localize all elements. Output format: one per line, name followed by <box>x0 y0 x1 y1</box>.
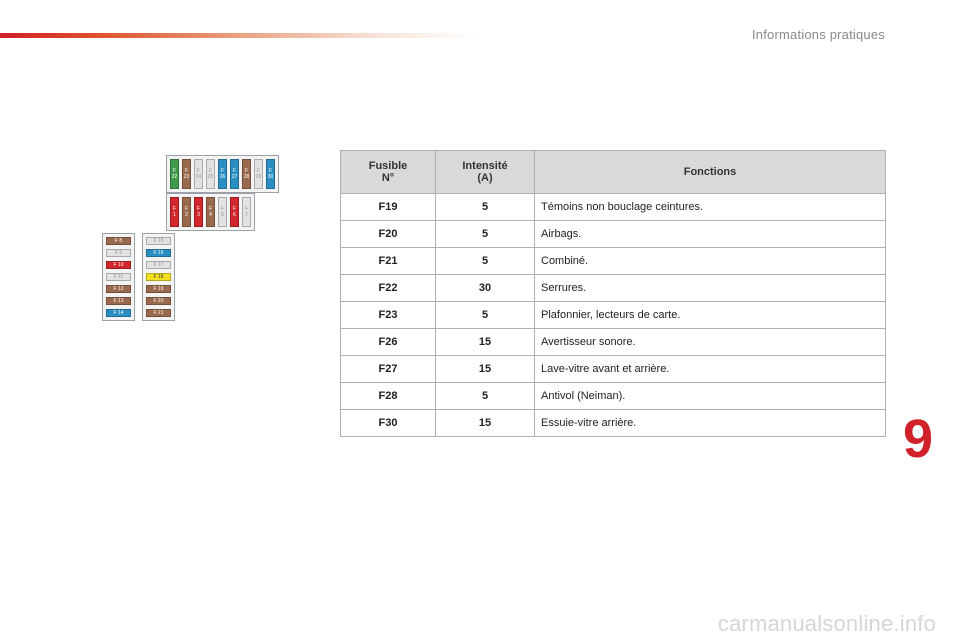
fuse-f10: F 10 <box>106 261 131 269</box>
function-cell: Témoins non bouclage ceintures. <box>534 193 886 221</box>
table-row: F19 5 Témoins non bouclage ceintures. <box>340 193 886 221</box>
watermark: carmanualsonline.info <box>717 611 936 636</box>
fuse-f11: F 11 <box>106 273 131 281</box>
table-row: F23 5 Plafonnier, lecteurs de carte. <box>340 301 886 329</box>
function-cell: Lave-vitre avant et arrière. <box>534 355 886 383</box>
fuse-f20: F 20 <box>146 297 171 305</box>
fuse-f23: F 23 <box>182 159 191 189</box>
table-row: F26 15 Avertisseur sonore. <box>340 328 886 356</box>
table-row: F30 15 Essuie-vitre arrière. <box>340 409 886 437</box>
amperage-cell: 30 <box>435 274 535 302</box>
header-fuse-number: Fusible N° <box>340 150 436 194</box>
function-cell: Antivol (Neiman). <box>534 382 886 410</box>
fuse-f8: F 8 <box>106 237 131 245</box>
function-cell: Serrures. <box>534 274 886 302</box>
fuse-f19: F 19 <box>146 285 171 293</box>
fuse-f14: F 14 <box>106 309 131 317</box>
table-row: F28 5 Antivol (Neiman). <box>340 382 886 410</box>
fuse-number-cell: F26 <box>340 328 436 356</box>
fuse-f17: F 17 <box>146 261 171 269</box>
fuse-column-right: F 15 F 16 F 17 F 18 F 19 F 20 F 21 <box>142 233 175 321</box>
fuse-f26: F 26 <box>218 159 227 189</box>
fuse-number-cell: F27 <box>340 355 436 383</box>
fuse-f25: F 25 <box>206 159 215 189</box>
fuse-f1: F1 <box>170 197 179 227</box>
table-row: F21 5 Combiné. <box>340 247 886 275</box>
function-cell: Plafonnier, lecteurs de carte. <box>534 301 886 329</box>
fuse-number-cell: F20 <box>340 220 436 248</box>
table-row: F22 30 Serrures. <box>340 274 886 302</box>
amperage-cell: 5 <box>435 301 535 329</box>
fuse-f13: F 13 <box>106 297 131 305</box>
fuse-f28: F 28 <box>242 159 251 189</box>
function-cell: Avertisseur sonore. <box>534 328 886 356</box>
fuse-table: Fusible N° Intensité (A) Fonctions F19 5 T… <box>340 150 886 437</box>
fuse-f30: F 30 <box>266 159 275 189</box>
fuse-f15: F 15 <box>146 237 171 245</box>
fuse-number-cell: F30 <box>340 409 436 437</box>
section-title: Informations pratiques <box>751 27 885 42</box>
function-cell: Essuie-vitre arrière. <box>534 409 886 437</box>
header-functions: Fonctions <box>534 150 886 194</box>
fuse-f16: F 16 <box>146 249 171 257</box>
amperage-cell: 5 <box>435 247 535 275</box>
amperage-cell: 5 <box>435 193 535 221</box>
amperage-cell: 5 <box>435 220 535 248</box>
amperage-cell: 15 <box>435 409 535 437</box>
amperage-cell: 15 <box>435 355 535 383</box>
fuse-f21: F 21 <box>146 309 171 317</box>
table-row: F20 5 Airbags. <box>340 220 886 248</box>
fuse-f12: F 12 <box>106 285 131 293</box>
fuse-column-left: F 8 F 9 F 10 F 11 F 12 F 13 F 14 <box>102 233 135 321</box>
fuse-f6: F6 <box>230 197 239 227</box>
fuse-number-cell: F23 <box>340 301 436 329</box>
fuse-f4: F4 <box>206 197 215 227</box>
fuse-row-middle: F1F2F3F4F5F6F7 <box>166 193 255 231</box>
fuse-f27: F 27 <box>230 159 239 189</box>
fuse-f2: F2 <box>182 197 191 227</box>
fuse-number-cell: F21 <box>340 247 436 275</box>
amperage-cell: 15 <box>435 328 535 356</box>
fuse-number-cell: F22 <box>340 274 436 302</box>
fuse-number-cell: F28 <box>340 382 436 410</box>
chapter-number: 9 <box>903 409 934 469</box>
fuse-f18: F 18 <box>146 273 171 281</box>
function-cell: Combiné. <box>534 247 886 275</box>
header-accent-bar <box>0 33 480 38</box>
fuse-f7: F7 <box>242 197 251 227</box>
fuse-f24: F 24 <box>194 159 203 189</box>
fuse-f29: F 29 <box>254 159 263 189</box>
fuse-row-top: F 22 F 23 F 24 F 25 F 26 F 27 F 28 F 29 F 30 <box>166 155 279 193</box>
function-cell: Airbags. <box>534 220 886 248</box>
fuse-f22: F 22 <box>170 159 179 189</box>
fuse-f9: F 9 <box>106 249 131 257</box>
fuse-table-header: Fusible N° Intensité (A) Fonctions <box>340 150 886 194</box>
amperage-cell: 5 <box>435 382 535 410</box>
header-amperage: Intensité (A) <box>435 150 535 194</box>
fuse-f3: F3 <box>194 197 203 227</box>
table-row: F27 15 Lave-vitre avant et arrière. <box>340 355 886 383</box>
fuse-f5: F5 <box>218 197 227 227</box>
fuse-number-cell: F19 <box>340 193 436 221</box>
